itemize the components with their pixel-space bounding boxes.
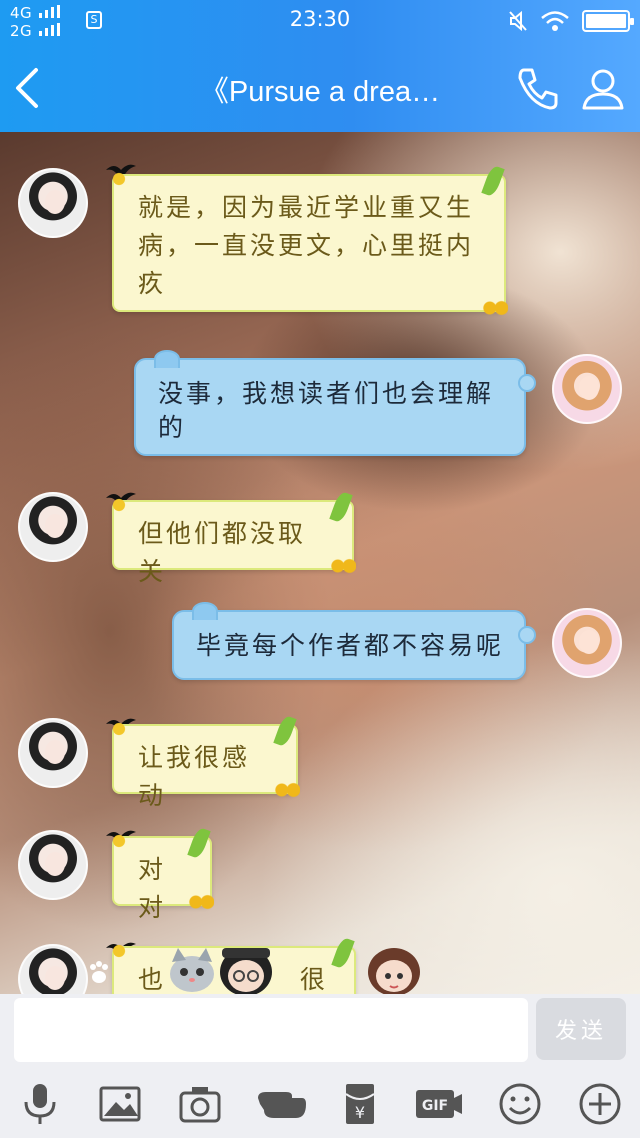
message-text: 对对 [138,855,167,922]
message-text: 没事，我想读者们也会理解的 [158,379,495,442]
contact-avatar[interactable] [18,830,88,900]
camera-icon[interactable] [178,1082,222,1126]
call-button[interactable] [512,64,562,114]
bottom-toolbar: ¥ GIF [0,1072,640,1138]
contact-avatar[interactable] [18,944,88,994]
mute-icon [509,10,527,32]
person-icon [582,69,624,110]
wifi-icon [541,11,569,31]
app-header: 4G 2G S 23:30 《Pursue a drea… [0,0,640,132]
microphone-icon[interactable] [18,1082,62,1126]
message-bubble[interactable]: 但他们都没取关 [108,490,356,586]
message-bubble[interactable]: 对对 [108,826,214,922]
chevron-left-icon [16,68,38,108]
my-avatar[interactable] [552,354,622,424]
message-bubble[interactable]: 让我很感动 [108,714,300,810]
input-bar: 发送 [0,994,640,1072]
profile-button[interactable] [578,64,628,114]
gif-icon[interactable]: GIF [414,1082,464,1126]
message-text: 毕竟每个作者都不容易呢 [196,631,505,660]
send-button[interactable]: 发送 [536,998,626,1060]
sticker-characters-icon [170,948,420,994]
hand-icon[interactable] [256,1082,308,1126]
svg-text:GIF: GIF [422,1098,448,1114]
emoji-icon[interactable] [498,1082,542,1126]
message-text: 但他们都没取关 [138,519,307,586]
status-icons [508,9,634,33]
message-input[interactable] [14,998,528,1062]
chat-title: 《Pursue a drea… [199,76,441,108]
svg-text:¥: ¥ [355,1103,365,1122]
contact-avatar[interactable] [18,492,88,562]
message-bubble[interactable]: 没事，我想读者们也会理解的 [134,350,536,456]
message-bubble[interactable]: 毕竟每个作者都不容易呢 [172,602,536,680]
message-text: 就是，因为最近学业重又生病，一直没更文，心里挺内疚 [138,193,475,298]
contact-avatar[interactable] [18,168,88,238]
nav-bar: 《Pursue a drea… [0,44,640,132]
back-button[interactable] [10,64,50,112]
message-bubble[interactable]: 就是，因为最近学业重又生病，一直没更文，心里挺内疚 [108,164,508,316]
plus-icon[interactable] [578,1082,622,1126]
status-bar: 4G 2G S 23:30 [0,0,640,44]
image-icon[interactable] [98,1082,142,1126]
battery-icon [582,10,634,32]
message-text: 让我很感动 [138,743,251,810]
phone-icon [518,68,558,110]
my-avatar[interactable] [552,608,622,678]
contact-avatar[interactable] [18,718,88,788]
red-packet-icon[interactable]: ¥ [338,1082,382,1126]
chat-area[interactable]: 就是，因为最近学业重又生病，一直没更文，心里挺内疚 没事，我想读者们也会理解的 … [0,132,640,994]
paw-icon [90,961,108,983]
